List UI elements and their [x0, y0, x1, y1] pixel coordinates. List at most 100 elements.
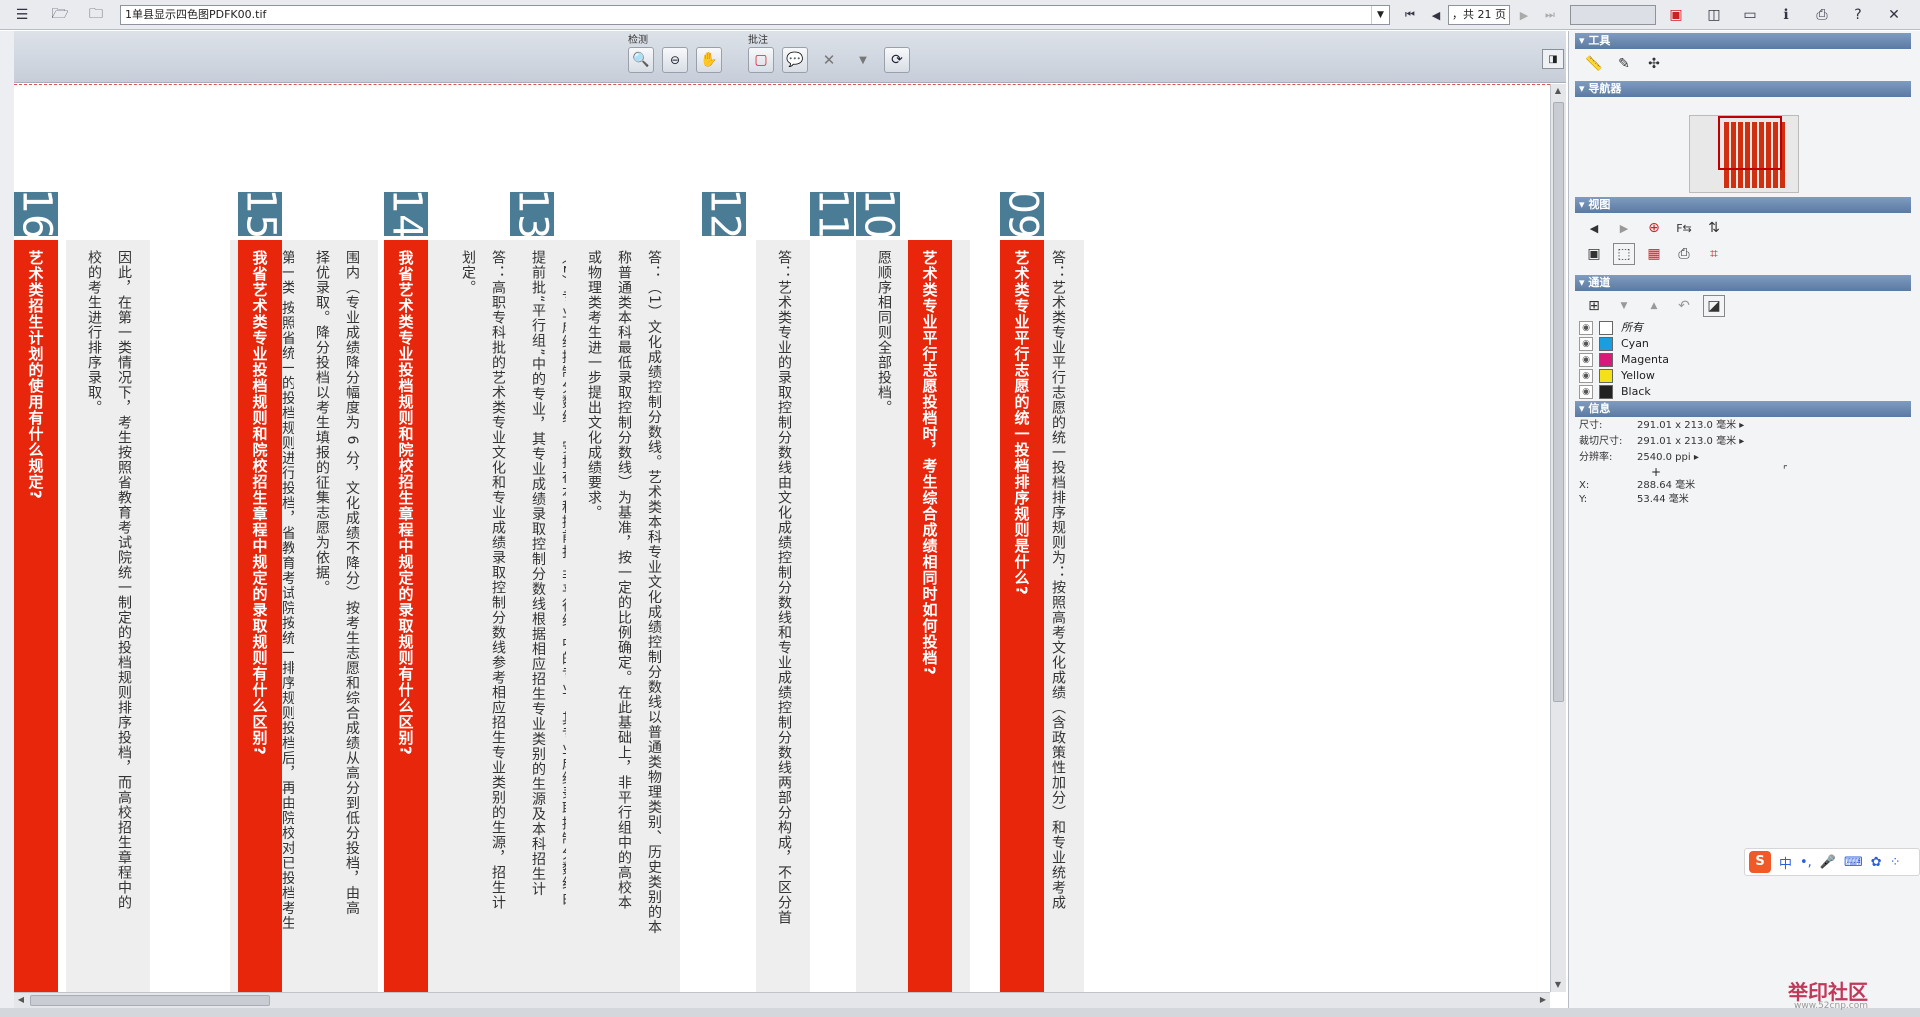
left-gutter	[0, 31, 14, 1008]
undo-icon[interactable]: ↶	[1673, 295, 1695, 317]
punctuation-icon[interactable]: •,	[1800, 855, 1812, 870]
chevron-down-icon[interactable]: ▼	[1371, 6, 1389, 24]
print-preview-icon[interactable]: ⎙	[1673, 243, 1695, 265]
view-toolbar: 检测 🔍 ⊖ ✋ 批注 ▢ 💬 ✕ ▼ ⟳ ◨	[14, 31, 1566, 83]
flip-vertical-icon[interactable]: ⇅	[1703, 217, 1725, 239]
ime-logo[interactable]: S	[1749, 851, 1771, 873]
vertical-scroll-thumb[interactable]	[1553, 102, 1564, 702]
group-label-annotate: 批注	[748, 35, 768, 46]
target-icon[interactable]: ⊕	[1643, 217, 1665, 239]
document-view[interactable]: 16 艺术类招生计划的使用有什么规定? 校的考生进行排序录取。 因此，在第一类情况下，…	[14, 84, 1550, 992]
chevron-up-icon[interactable]: ▲	[1643, 295, 1665, 317]
group-label-detect: 检测	[628, 35, 648, 46]
chevron-down-icon[interactable]: ▼	[850, 47, 876, 73]
scroll-right-icon[interactable]: ▶	[1536, 993, 1550, 1007]
overprint-icon[interactable]: ▦	[1643, 243, 1665, 265]
microphone-icon[interactable]: 🎤	[1820, 855, 1836, 870]
page-box-icon[interactable]: ▣	[1583, 243, 1605, 265]
magnifier-icon[interactable]: 🔍	[628, 47, 654, 73]
grid-icon[interactable]: ⌗	[1703, 243, 1725, 265]
browse-folder-icon[interactable]: 🗀	[84, 4, 108, 26]
channel-grid-icon[interactable]: ⊞	[1583, 295, 1605, 317]
navigator-header[interactable]: ▾ 导航器	[1575, 81, 1911, 97]
contrast-icon[interactable]: ◪	[1703, 295, 1725, 317]
zoom-out-icon[interactable]: ⊖	[662, 47, 688, 73]
eye-icon[interactable]: ◉	[1579, 353, 1593, 367]
chevron-down-icon[interactable]: ▼	[1613, 295, 1635, 317]
channel-swatch	[1599, 385, 1613, 399]
rotate-left-icon[interactable]: ◀	[1583, 217, 1605, 239]
section-number-09: 09	[999, 189, 1045, 240]
view-header[interactable]: ▾ 视图	[1575, 197, 1911, 213]
channel-name: Black	[1621, 385, 1651, 398]
corner-icon: ⌜	[1783, 465, 1788, 476]
navigator-viewport-frame[interactable]	[1718, 116, 1782, 170]
navigator-thumbnail[interactable]	[1689, 115, 1799, 193]
apps-icon[interactable]: ⁘	[1890, 855, 1901, 870]
note-annotation-icon[interactable]: 💬	[782, 47, 808, 73]
ime-mode[interactable]: 中	[1779, 853, 1792, 872]
info-size-label: 尺寸:	[1579, 420, 1603, 431]
info-header[interactable]: ▾ 信息	[1575, 401, 1911, 417]
section-number-11: 11	[809, 189, 855, 240]
section-number-text: 11	[809, 188, 855, 240]
vertical-scrollbar[interactable]: ▲ ▼	[1550, 84, 1566, 992]
eye-icon[interactable]: ◉	[1579, 321, 1593, 335]
fit-window-icon[interactable]: ▭	[1738, 4, 1762, 26]
crosshair-measure-icon[interactable]: ✣	[1643, 53, 1665, 75]
screenshot-icon[interactable]: ◫	[1702, 4, 1726, 26]
eyedropper-icon[interactable]: ✎	[1613, 53, 1635, 75]
channel-row[interactable]: ◉ Black	[1577, 383, 1907, 401]
ruler-icon[interactable]: 📏	[1583, 53, 1605, 75]
panel-toggle-icon[interactable]: ◨	[1542, 49, 1564, 69]
prev-page-icon[interactable]: ◀	[1424, 4, 1448, 26]
channels-header[interactable]: ▾ 通道	[1575, 275, 1911, 291]
close-icon[interactable]: ✕	[1882, 4, 1906, 26]
help-icon[interactable]: ?	[1846, 4, 1870, 26]
scroll-up-icon[interactable]: ▲	[1551, 84, 1565, 98]
info-resolution-row: 分辨率: 2540.0 ppi ▸	[1579, 452, 1699, 463]
open-folder-icon[interactable]: 🗁	[48, 4, 72, 26]
answer-line: 称普通类本科最低录取控制分数线）为基准，按一定的比例确定。在此基础上，非平行组中…	[616, 250, 632, 910]
section-number-text: 16	[14, 188, 59, 240]
crop-box-icon[interactable]: ⬚	[1613, 243, 1635, 265]
info-icon[interactable]: ℹ	[1774, 4, 1798, 26]
eye-icon[interactable]: ◉	[1579, 369, 1593, 383]
page-indicator[interactable]: ，共 21 页	[1448, 5, 1510, 25]
page-edge-line	[14, 84, 1550, 85]
answer-line: 校的考生进行排序录取。	[86, 250, 102, 415]
answer-line: 划定。	[460, 250, 476, 295]
horizontal-scrollbar[interactable]: ◀ ▶	[14, 992, 1550, 1008]
tools-header[interactable]: ▾ 工具	[1575, 33, 1911, 49]
rotate-right-icon[interactable]: ▶	[1613, 217, 1635, 239]
ime-toolbar[interactable]: S 中 •, 🎤 ⌨ ✿ ⁘	[1744, 848, 1920, 876]
flip-horizontal-icon[interactable]: F⇆	[1673, 217, 1695, 239]
rectangle-annotation-icon[interactable]: ▢	[748, 47, 774, 73]
first-page-icon[interactable]: ⏮	[1398, 4, 1422, 26]
skin-icon[interactable]: ✿	[1871, 855, 1882, 870]
zoom-field[interactable]	[1570, 5, 1656, 25]
file-selector[interactable]: 1单县显示四色图PDFK00.tif ▼	[120, 5, 1390, 25]
next-page-icon[interactable]: ▶	[1512, 4, 1536, 26]
info-x-value: 288.64 毫米	[1637, 480, 1696, 491]
info-x-row: X: 288.64 毫米	[1579, 479, 1695, 493]
section-number-15: 15	[237, 189, 283, 240]
layers-icon[interactable]: ☰	[10, 4, 34, 26]
delete-annotation-icon[interactable]: ✕	[816, 47, 842, 73]
info-x-label: X:	[1579, 480, 1590, 491]
question-heading: 我省艺术类专业投档规则和院校招生章程中规定的录取规则有什么区别?	[384, 240, 428, 992]
refresh-icon[interactable]: ⟳	[884, 47, 910, 73]
scroll-left-icon[interactable]: ◀	[14, 993, 28, 1007]
eye-icon[interactable]: ◉	[1579, 385, 1593, 399]
separation-icon[interactable]: ▣	[1664, 4, 1688, 26]
info-resolution-label: 分辨率:	[1579, 452, 1613, 463]
print-icon[interactable]: ⎙	[1810, 4, 1834, 26]
info-y-label: Y:	[1579, 494, 1588, 505]
horizontal-scroll-thumb[interactable]	[30, 995, 270, 1006]
navigator-title: 导航器	[1588, 82, 1622, 95]
eye-icon[interactable]: ◉	[1579, 337, 1593, 351]
keyboard-icon[interactable]: ⌨	[1844, 855, 1863, 870]
hand-icon[interactable]: ✋	[696, 47, 722, 73]
last-page-icon[interactable]: ⏭	[1538, 4, 1562, 26]
scroll-down-icon[interactable]: ▼	[1551, 978, 1565, 992]
